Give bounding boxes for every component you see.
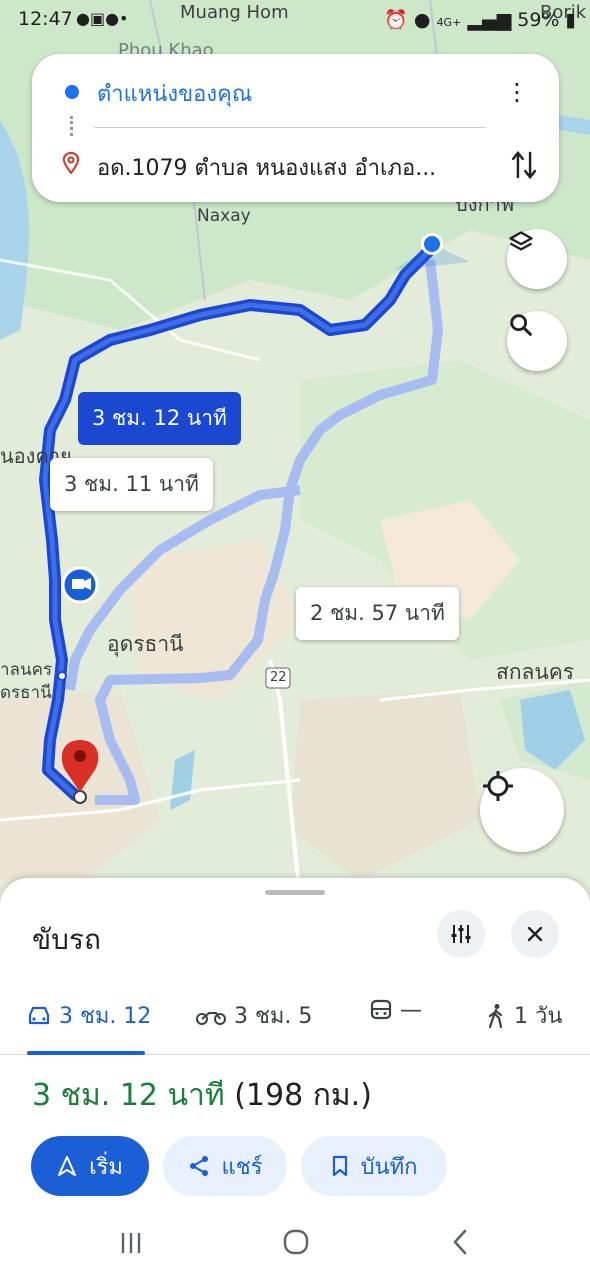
tab-drive[interactable]: 3 ชม. 12	[27, 998, 151, 1033]
tab-transit[interactable]: —	[370, 998, 422, 1023]
place-label: อุดรธานี	[107, 632, 184, 656]
alarm-icon: ⏰	[384, 9, 408, 31]
divider	[94, 127, 486, 128]
summary-distance: (198 กม.)	[234, 1078, 372, 1113]
tab-walk-label: 1 วัน	[514, 1004, 563, 1029]
car-icon	[28, 1006, 50, 1024]
recents-icon[interactable]	[120, 1230, 142, 1256]
route-options-button[interactable]	[437, 910, 485, 958]
tab-walk[interactable]: 1 วัน	[486, 998, 562, 1033]
more-options-icon[interactable]: ⋮	[505, 78, 529, 106]
motorcycle-icon	[196, 1011, 226, 1025]
start-label: เริ่ม	[89, 1154, 123, 1180]
battery-icon: ▮	[565, 9, 576, 31]
connector-dots	[70, 116, 77, 136]
share-button[interactable]: แชร์	[163, 1136, 287, 1196]
search-icon	[510, 314, 532, 336]
bookmark-icon	[332, 1155, 347, 1177]
road-number: 22	[270, 670, 287, 685]
transit-icon	[370, 999, 392, 1019]
back-icon[interactable]	[450, 1228, 470, 1256]
close-icon	[527, 926, 543, 942]
system-nav-bar	[0, 1210, 590, 1280]
swap-icon[interactable]	[509, 148, 539, 182]
home-icon[interactable]	[282, 1228, 310, 1256]
directions-card: ตำแหน่งของคุณ อด.1079 ตำบล หนองแสง อำเภอ…	[32, 54, 559, 202]
route-label-primary[interactable]: 3 ชม. 12 นาที	[78, 392, 241, 445]
mode-title: ขับรถ	[32, 923, 101, 956]
active-tab-indicator	[27, 1051, 145, 1055]
tab-motorcycle-label: 3 ชม. 5	[234, 1004, 313, 1029]
start-button[interactable]: เริ่ม	[31, 1136, 149, 1196]
status-right: ⏰ ● 4G+ ▂▄▆ 59% ▮	[384, 8, 576, 31]
origin-dot-icon	[65, 85, 79, 99]
layers-button[interactable]	[507, 229, 567, 289]
tune-icon	[451, 925, 471, 943]
route-label-alt[interactable]: 2 ชม. 57 นาที	[296, 587, 459, 640]
place-label: Naxay	[197, 206, 251, 226]
place-label: สกลนคร	[496, 660, 575, 684]
battery-level: 59%	[517, 9, 560, 31]
destination-icon	[62, 152, 80, 174]
status-bar: 12:47 ●▣●• ⏰ ● 4G+ ▂▄▆ 59% ▮	[0, 0, 590, 36]
crosshair-icon	[483, 771, 513, 801]
tab-drive-label: 3 ชม. 12	[59, 1004, 152, 1029]
navigation-icon	[58, 1156, 77, 1176]
origin-field[interactable]: ตำแหน่งของคุณ	[97, 76, 252, 111]
search-button[interactable]	[507, 311, 567, 371]
signal-icon: ▂▄▆	[467, 9, 512, 31]
tab-transit-label: —	[400, 998, 422, 1023]
place-label: ดรธานี	[0, 683, 52, 703]
save-label: บันทึก	[360, 1154, 418, 1180]
summary-time: 3 ชม. 12 นาที	[32, 1078, 225, 1113]
save-button[interactable]: บันทึก	[301, 1136, 447, 1196]
tab-motorcycle[interactable]: 3 ชม. 5	[196, 998, 312, 1033]
route-summary: 3 ชม. 12 นาที (198 กม.)	[32, 1072, 372, 1119]
destination-field[interactable]: อด.1079 ตำบล หนองแสง อำเภอ...	[97, 150, 436, 185]
notification-icons: ●▣●•	[76, 9, 129, 28]
my-location-button[interactable]	[480, 768, 564, 852]
share-icon	[189, 1156, 208, 1176]
close-button[interactable]	[511, 910, 559, 958]
layers-icon	[509, 231, 533, 251]
share-label: แชร์	[221, 1154, 263, 1180]
walk-icon	[488, 1003, 503, 1028]
location-icon: ●	[413, 9, 431, 31]
network-type: 4G+	[436, 16, 462, 29]
sheet-handle[interactable]	[265, 890, 325, 895]
route-label-alt[interactable]: 3 ชม. 11 นาที	[50, 458, 213, 511]
status-time: 12:47	[18, 8, 73, 30]
travel-mode-tabs: 3 ชม. 12 3 ชม. 5 — 1 วัน	[0, 984, 590, 1055]
